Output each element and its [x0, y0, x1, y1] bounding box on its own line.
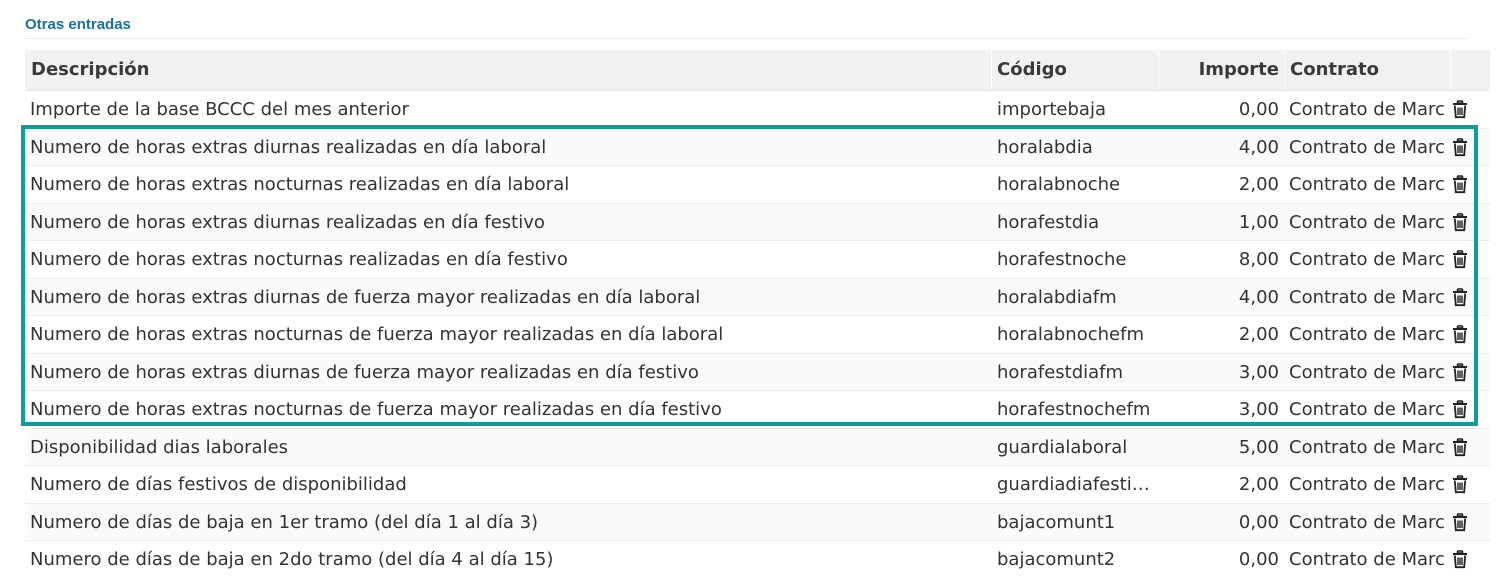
row-description: Numero de horas extras diurnas realizada… — [30, 211, 545, 233]
trash-icon[interactable] — [1452, 550, 1470, 570]
table-row[interactable]: Importe de la base BCCC del mes anterior… — [25, 91, 1490, 129]
header-contract[interactable]: Contrato — [1290, 50, 1379, 90]
row-description: Importe de la base BCCC del mes anterior — [30, 99, 409, 120]
row-contract: Contrato de Marc — [1289, 99, 1445, 120]
table-row[interactable]: Numero de días de baja en 1er tramo (del… — [25, 503, 1490, 541]
row-contract: Contrato de Marc — [1289, 511, 1445, 533]
table-row[interactable]: Numero de horas extras diurnas de fuerza… — [25, 353, 1490, 391]
row-amount: 8,00 — [1238, 249, 1279, 270]
row-contract: Contrato de Marc — [1289, 286, 1445, 308]
row-amount: 0,00 — [1238, 99, 1279, 120]
table-body: Importe de la base BCCC del mes anterior… — [25, 91, 1490, 576]
row-description: Numero de horas extras diurnas de fuerza… — [30, 286, 701, 308]
table-row[interactable]: Numero de horas extras diurnas de fuerza… — [25, 278, 1490, 316]
row-amount: 3,00 — [1238, 399, 1279, 420]
row-code: horalabdia — [997, 136, 1093, 158]
row-description: Numero de horas extras nocturnas realiza… — [30, 249, 568, 270]
row-contract: Contrato de Marc — [1289, 474, 1445, 495]
row-code: horafestnoche — [997, 249, 1127, 270]
trash-icon[interactable] — [1452, 175, 1470, 195]
header-divider — [1450, 50, 1451, 90]
page: Otras entradas Descripción Código Import… — [0, 0, 1505, 576]
row-code: guardialaboral — [997, 436, 1128, 458]
row-code: horalabnoche — [997, 174, 1121, 195]
header-amount[interactable]: Importe — [1165, 50, 1279, 90]
row-amount: 3,00 — [1238, 361, 1279, 383]
trash-icon[interactable] — [1452, 325, 1470, 345]
row-code: bajacomunt2 — [997, 549, 1116, 570]
row-contract: Contrato de Marc — [1289, 211, 1445, 233]
trash-icon[interactable] — [1452, 400, 1470, 420]
row-amount: 0,00 — [1238, 549, 1279, 570]
row-amount: 4,00 — [1238, 286, 1279, 308]
row-contract: Contrato de Marc — [1289, 399, 1445, 420]
row-amount: 2,00 — [1238, 174, 1279, 195]
row-description: Numero de horas extras diurnas de fuerza… — [30, 361, 699, 383]
row-code: horalabdiafm — [997, 286, 1117, 308]
entries-table: Descripción Código Importe Contrato Impo… — [25, 50, 1490, 576]
section-title: Otras entradas — [25, 16, 131, 33]
trash-icon[interactable] — [1452, 100, 1470, 120]
row-description: Numero de horas extras nocturnas realiza… — [30, 174, 570, 195]
table-row[interactable]: Numero de horas extras nocturnas realiza… — [25, 166, 1490, 204]
row-amount: 0,00 — [1238, 511, 1279, 533]
row-amount: 2,00 — [1238, 474, 1279, 495]
row-description: Numero de horas extras diurnas realizada… — [30, 136, 547, 158]
row-contract: Contrato de Marc — [1289, 324, 1445, 345]
table-row[interactable]: Numero de días de baja en 2do tramo (del… — [25, 541, 1490, 576]
header-divider — [991, 50, 992, 90]
row-amount: 1,00 — [1238, 211, 1279, 233]
table-row[interactable]: Numero de horas extras diurnas realizada… — [25, 128, 1490, 166]
trash-icon[interactable] — [1452, 437, 1470, 458]
section-divider — [25, 38, 1468, 39]
row-code: guardiadiafestiv… — [997, 474, 1157, 495]
row-code: horalabnochefm — [997, 324, 1144, 345]
row-code: horafestdiafm — [997, 361, 1124, 383]
trash-icon[interactable] — [1452, 137, 1470, 158]
row-code: horafestdia — [997, 211, 1100, 233]
trash-icon[interactable] — [1452, 512, 1470, 533]
row-description: Numero de días festivos de disponibilida… — [30, 474, 407, 495]
row-code: importebaja — [997, 99, 1106, 120]
row-contract: Contrato de Marc — [1289, 361, 1445, 383]
row-contract: Contrato de Marc — [1289, 136, 1445, 158]
row-contract: Contrato de Marc — [1289, 174, 1445, 195]
row-amount: 5,00 — [1238, 436, 1279, 458]
row-description: Numero de días de baja en 2do tramo (del… — [30, 549, 554, 570]
header-description[interactable]: Descripción — [31, 50, 150, 90]
row-amount: 2,00 — [1238, 324, 1279, 345]
trash-icon[interactable] — [1452, 475, 1470, 495]
row-amount: 4,00 — [1238, 136, 1279, 158]
row-code: bajacomunt1 — [997, 511, 1116, 533]
table-row[interactable]: Numero de días festivos de disponibilida… — [25, 466, 1490, 504]
table-header: Descripción Código Importe Contrato — [25, 50, 1490, 91]
row-description: Disponibilidad dias laborales — [30, 436, 289, 458]
row-contract: Contrato de Marc — [1289, 436, 1445, 458]
row-description: Numero de días de baja en 1er tramo (del… — [30, 511, 539, 533]
row-description: Numero de horas extras nocturnas de fuer… — [30, 324, 724, 345]
header-code[interactable]: Código — [997, 50, 1067, 90]
trash-icon[interactable] — [1452, 287, 1470, 308]
row-code: horafestnochefm — [997, 399, 1151, 420]
trash-icon[interactable] — [1452, 212, 1470, 233]
header-divider — [1158, 50, 1159, 90]
row-contract: Contrato de Marc — [1289, 549, 1445, 570]
table-row[interactable]: Disponibilidad dias laborales guardialabo… — [25, 428, 1490, 466]
trash-icon[interactable] — [1452, 250, 1470, 270]
trash-icon[interactable] — [1452, 362, 1470, 383]
row-contract: Contrato de Marc — [1289, 249, 1445, 270]
table-row[interactable]: Numero de horas extras nocturnas de fuer… — [25, 316, 1490, 354]
table-row[interactable]: Numero de horas extras nocturnas de fuer… — [25, 391, 1490, 429]
table-row[interactable]: Numero de horas extras diurnas realizada… — [25, 203, 1490, 241]
row-description: Numero de horas extras nocturnas de fuer… — [30, 399, 722, 420]
table-row[interactable]: Numero de horas extras nocturnas realiza… — [25, 241, 1490, 279]
header-divider — [1284, 50, 1285, 90]
